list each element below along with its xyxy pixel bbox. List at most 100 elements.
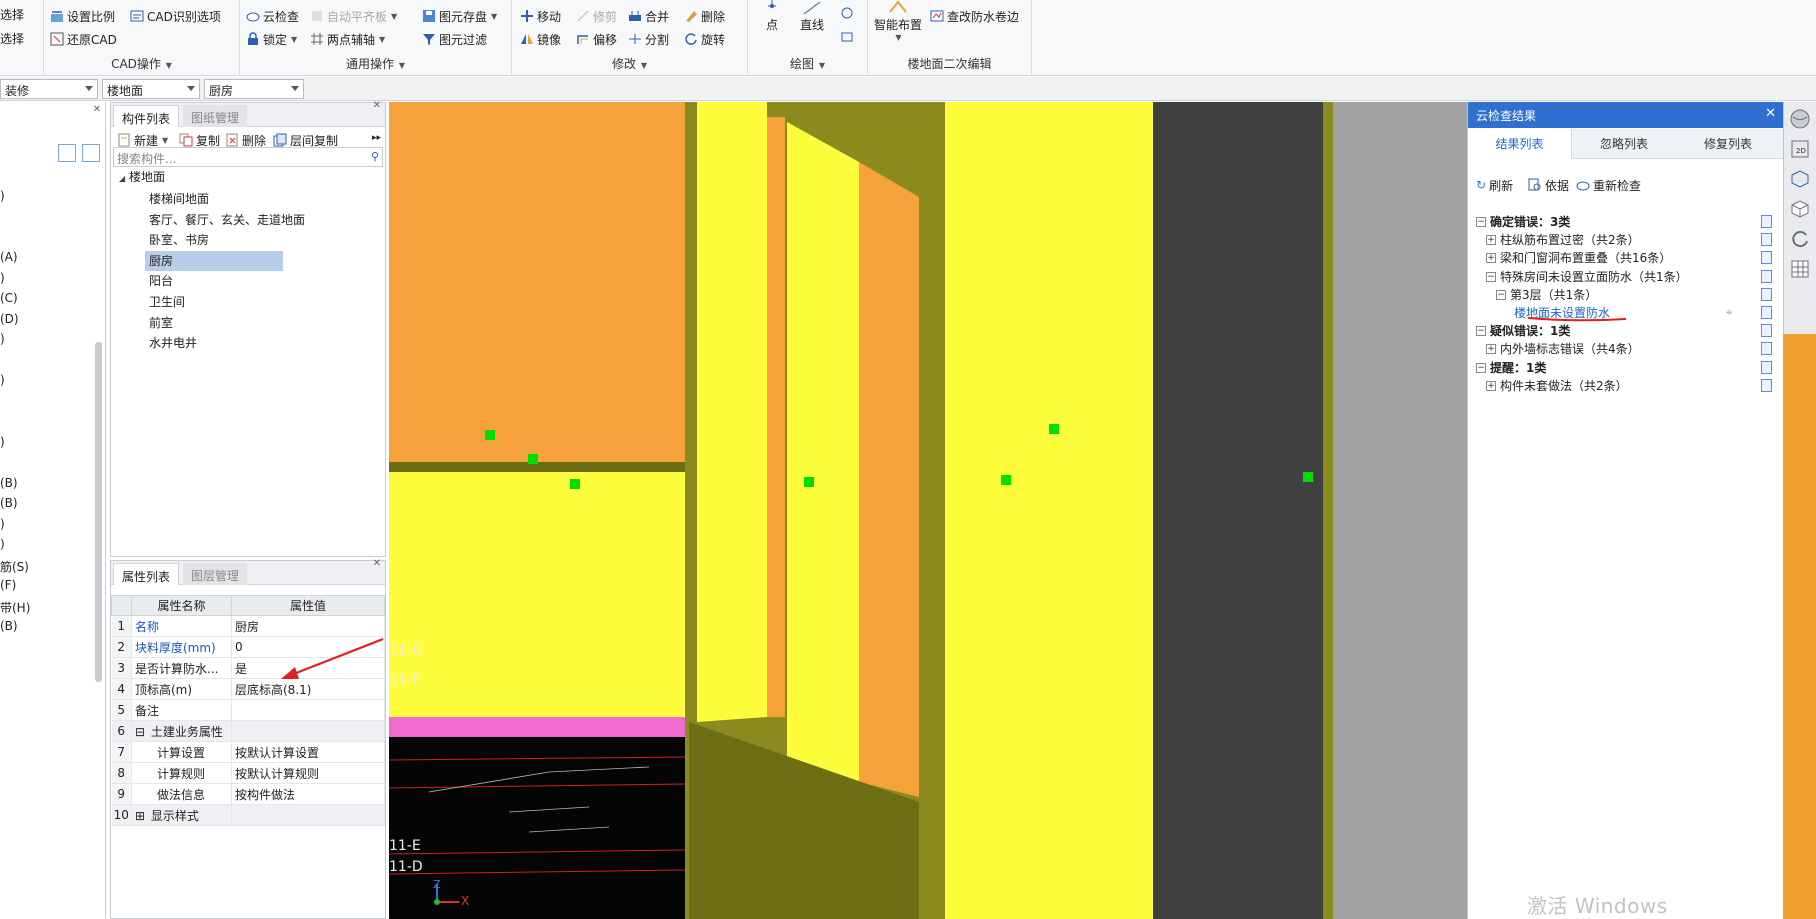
property-row[interactable]: 8 计算规则 按默认计算规则 xyxy=(111,762,385,784)
expand-icon[interactable]: + xyxy=(1486,235,1496,246)
tab-result-list[interactable]: 结果列表 xyxy=(1468,129,1572,159)
property-row[interactable]: 9 做法信息 按构件做法 xyxy=(111,783,385,805)
merge-button[interactable]: 合并 xyxy=(628,6,669,26)
property-row[interactable]: 7 计算设置 按默认计算设置 xyxy=(111,741,385,763)
result-row[interactable]: + 内外墙标志错误（共4条） xyxy=(1468,339,1784,359)
component-item[interactable]: 楼梯间地面 xyxy=(149,189,209,209)
close-icon[interactable]: ✕ xyxy=(373,558,381,569)
property-row[interactable]: 1 名称 厨房 xyxy=(111,615,385,637)
component-item[interactable]: 卫生间 xyxy=(149,292,185,312)
nav-item[interactable]: (B) xyxy=(0,619,18,633)
collapse-icon[interactable]: − xyxy=(1476,217,1486,227)
mirror-button[interactable]: 镜像 xyxy=(520,29,561,49)
expand-icon[interactable]: + xyxy=(1486,253,1496,264)
nav-item[interactable]: (F) xyxy=(0,578,16,592)
close-icon[interactable]: ✕ xyxy=(93,104,101,115)
component-item[interactable]: 卧室、书房 xyxy=(149,230,209,250)
nav-item[interactable]: ) xyxy=(0,332,5,346)
grid-view-icon[interactable] xyxy=(82,144,100,162)
refresh-button[interactable]: ↻ 刷新 xyxy=(1476,175,1513,195)
document-icon[interactable] xyxy=(1761,342,1772,356)
component-item[interactable]: 客厅、餐厅、玄关、走道地面 xyxy=(149,210,305,230)
list-view-icon[interactable] xyxy=(58,144,76,162)
property-value[interactable]: 按构件做法 xyxy=(231,783,385,805)
result-row[interactable]: + 构件未套做法（共2条） xyxy=(1468,376,1784,396)
nav-item[interactable]: (B) xyxy=(0,476,18,490)
collapse-icon[interactable]: ⊟ xyxy=(135,725,149,739)
property-value[interactable]: 按默认计算规则 xyxy=(231,762,385,784)
offset-button[interactable]: 偏移 xyxy=(576,29,617,49)
document-icon[interactable] xyxy=(1761,306,1772,319)
property-value[interactable] xyxy=(231,699,385,721)
select-button[interactable]: 选择 xyxy=(0,4,24,24)
restore-cad-button[interactable]: 还原CAD xyxy=(50,29,117,49)
nav-item[interactable]: 筋(S) xyxy=(0,558,29,575)
property-row[interactable]: 6 ⊟ 土建业务属性 xyxy=(111,720,385,742)
set-scale-button[interactable]: 设置比例 xyxy=(50,6,115,26)
document-icon[interactable] xyxy=(1761,269,1772,283)
save-element-button[interactable]: 图元存盘 ▼ xyxy=(422,6,497,26)
close-icon[interactable]: ✕ xyxy=(373,100,381,111)
component-item[interactable]: 前室 xyxy=(149,313,173,333)
nav-item[interactable]: (B) xyxy=(0,496,18,510)
recheck-button[interactable]: 重新检查 xyxy=(1576,175,1641,195)
tree-root[interactable]: ◢ 楼地面 xyxy=(119,167,165,187)
3d-viewport[interactable]: 11-G 11-F 11-E 11-D Z X xyxy=(389,102,1467,919)
split-button[interactable]: 分割 xyxy=(628,29,669,49)
more-icon[interactable]: ▸▸ xyxy=(372,133,381,143)
line-button[interactable]: 直线 xyxy=(800,0,824,33)
move-button[interactable]: 移动 xyxy=(520,6,561,26)
result-row[interactable]: − 特殊房间未设置立面防水（共1条） xyxy=(1468,267,1784,287)
result-row[interactable]: + 柱纵筋布置过密（共2条） xyxy=(1468,230,1784,250)
grid-icon[interactable] xyxy=(1789,258,1811,280)
check-waterproof-button[interactable]: 查改防水卷边 xyxy=(930,6,1019,26)
instance-select[interactable]: 厨房 xyxy=(204,79,304,99)
nav-item[interactable]: ) xyxy=(0,271,5,285)
result-row[interactable]: − 提醒：1类 xyxy=(1468,358,1784,378)
nav-item[interactable]: ) xyxy=(0,435,5,449)
nav-item[interactable]: (D) xyxy=(0,312,19,326)
cloud-check-button[interactable]: 云检查 xyxy=(246,6,299,26)
expand-icon[interactable]: + xyxy=(1486,344,1496,355)
view-cube-icon[interactable] xyxy=(1789,108,1811,130)
document-icon[interactable] xyxy=(1761,251,1772,265)
document-icon[interactable] xyxy=(1761,324,1772,338)
component-search-input[interactable]: 搜索构件... ⚲ xyxy=(113,147,383,167)
tab-drawing-management[interactable]: 图纸管理 xyxy=(183,105,248,127)
nav-item[interactable]: (C) xyxy=(0,291,18,305)
tab-layer-management[interactable]: 图层管理 xyxy=(183,563,248,585)
rotate-view-icon[interactable] xyxy=(1789,228,1811,250)
scrollbar[interactable] xyxy=(95,342,102,682)
search-icon[interactable]: ⚲ xyxy=(371,150,379,163)
locate-icon[interactable]: ⌖ xyxy=(1726,306,1732,320)
result-row[interactable]: − 疑似错误：1类 xyxy=(1468,321,1784,341)
nav-item[interactable]: (A) xyxy=(0,250,18,264)
2d-view-icon[interactable]: 2D xyxy=(1789,138,1811,160)
document-icon[interactable] xyxy=(1761,233,1772,247)
rotate-button[interactable]: 旋转 xyxy=(684,29,725,49)
nav-item[interactable]: 带(H) xyxy=(0,599,30,616)
nav-item[interactable]: ) xyxy=(0,373,5,387)
tab-property-list[interactable]: 属性列表 xyxy=(113,563,180,585)
property-value[interactable] xyxy=(231,720,385,742)
collapse-icon[interactable]: − xyxy=(1476,362,1486,373)
result-row[interactable]: + 梁和门窗洞布置重叠（共16条） xyxy=(1468,248,1784,268)
property-value[interactable]: 厨房 xyxy=(231,615,385,637)
nav-item[interactable]: ) xyxy=(0,517,5,531)
property-row[interactable]: 10 ⊞ 显示样式 xyxy=(111,804,385,826)
delete-button[interactable]: 删除 xyxy=(684,6,725,26)
tab-ignore-list[interactable]: 忽略列表 xyxy=(1572,129,1676,159)
collapse-icon[interactable]: − xyxy=(1476,326,1486,337)
smart-layout-button[interactable]: 智能布置 ▼ xyxy=(874,0,922,42)
result-row[interactable]: − 确定错误：3类 xyxy=(1468,212,1784,232)
lock-button[interactable]: 锁定 ▼ xyxy=(246,29,297,49)
collapse-icon[interactable]: − xyxy=(1496,289,1506,300)
tab-fix-list[interactable]: 修复列表 xyxy=(1676,129,1780,159)
auto-level-button[interactable]: 自动平齐板 ▼ xyxy=(310,6,397,26)
two-point-axis-button[interactable]: 两点辅轴 ▼ xyxy=(310,29,385,49)
nav-item[interactable]: ) xyxy=(0,189,5,203)
nav-item[interactable]: ) xyxy=(0,537,5,551)
rect-icon[interactable] xyxy=(840,30,854,44)
circle-icon[interactable] xyxy=(840,6,854,20)
expand-icon[interactable]: + xyxy=(1486,380,1496,391)
